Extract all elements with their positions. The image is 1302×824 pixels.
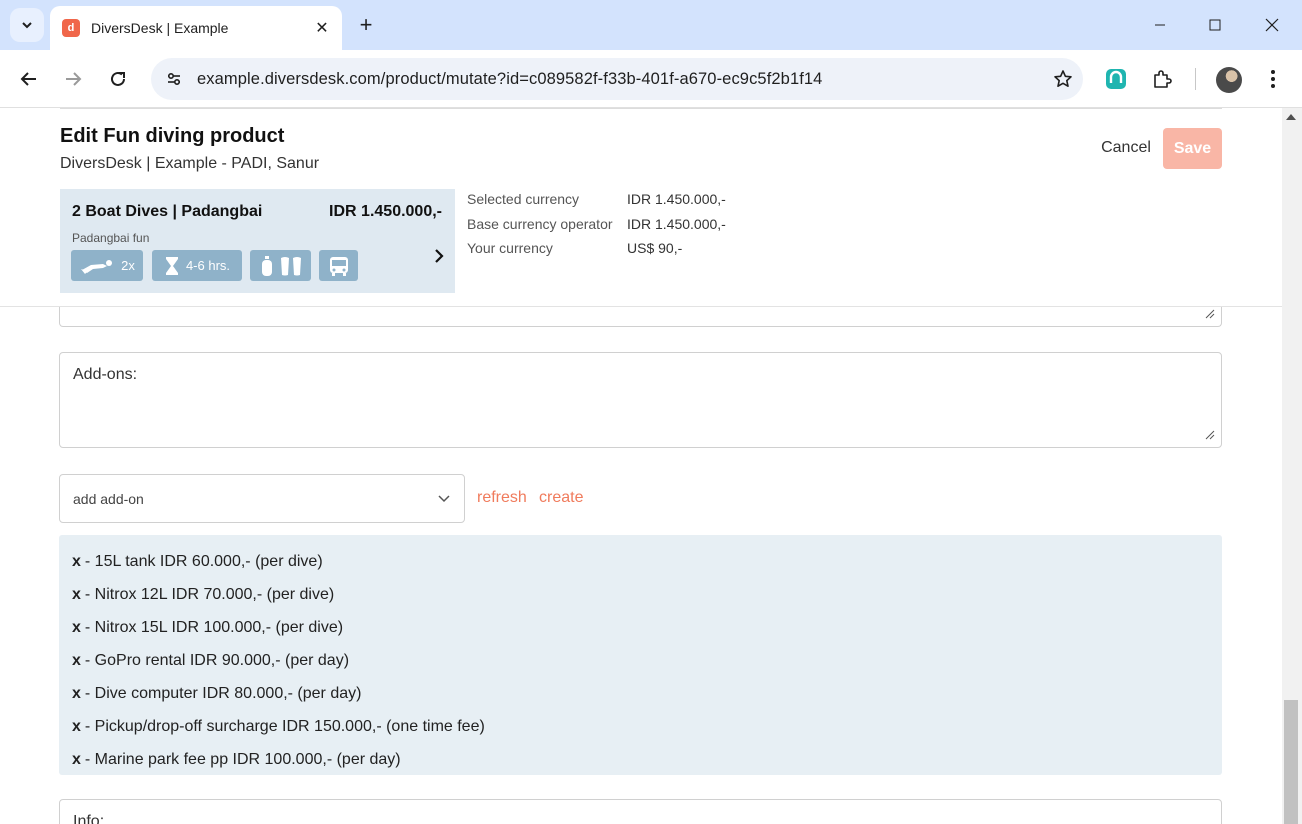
site-info-icon[interactable]	[157, 62, 191, 96]
addon-text: - GoPro rental IDR 90.000,- (per day)	[84, 651, 350, 669]
maximize-button[interactable]	[1193, 8, 1237, 42]
add-addon-select-value: add add-on	[73, 490, 144, 507]
info-label: Info:	[73, 813, 105, 824]
cancel-button[interactable]: Cancel	[1093, 128, 1159, 168]
toolbar-divider	[1195, 68, 1196, 90]
duration-badge: 4-6 hrs.	[152, 250, 242, 281]
forward-button[interactable]	[56, 62, 90, 96]
close-window-button[interactable]	[1250, 8, 1294, 42]
currency-value: US$ 90,-	[627, 240, 683, 256]
resize-handle-icon[interactable]	[1205, 309, 1215, 319]
remove-addon-button[interactable]: x	[72, 685, 81, 703]
remove-addon-button[interactable]: x	[72, 619, 81, 637]
addon-text: - Pickup/drop-off surcharge IDR 150.000,…	[84, 717, 485, 735]
currency-label: Base currency operator	[467, 216, 613, 232]
product-name: 2 Boat Dives | Padangbai	[72, 203, 263, 220]
currency-value: IDR 1.450.000,-	[627, 216, 726, 232]
remove-addon-button[interactable]: x	[72, 751, 81, 769]
chevron-down-icon	[22, 22, 32, 29]
list-item: x- Marine park fee pp IDR 100.000,- (per…	[59, 743, 1222, 776]
scroll-up-arrow-icon[interactable]	[1286, 114, 1296, 120]
tank-icon	[261, 255, 272, 276]
remove-addon-button[interactable]: x	[72, 586, 81, 604]
remove-addon-button[interactable]: x	[72, 718, 81, 736]
info-textarea[interactable]: Info:	[59, 799, 1222, 824]
chevron-right-icon[interactable]	[431, 245, 447, 267]
back-button[interactable]	[12, 62, 46, 96]
duration-value: 4-6 hrs.	[185, 258, 231, 273]
list-item: x- Nitrox 15L IDR 100.000,- (per dive)	[59, 611, 1222, 644]
reload-button[interactable]	[101, 62, 135, 96]
remove-addon-button[interactable]: x	[72, 652, 81, 670]
addon-text: - Nitrox 12L IDR 70.000,- (per dive)	[84, 585, 335, 603]
product-price: IDR 1.450.000,-	[329, 203, 442, 220]
dives-badge: 2x	[71, 250, 143, 281]
list-item: x- Dive computer IDR 80.000,- (per day)	[59, 677, 1222, 710]
equipment-badge	[250, 250, 311, 281]
product-summary-card[interactable]: 2 Boat Dives | Padangbai IDR 1.450.000,-…	[60, 189, 455, 293]
reload-icon	[111, 71, 125, 86]
remove-addon-button[interactable]: x	[72, 553, 81, 571]
browser-toolbar: example.diversdesk.com/product/mutate?id…	[0, 50, 1302, 108]
addon-text: - Marine park fee pp IDR 100.000,- (per …	[84, 750, 401, 768]
minimize-icon	[1155, 24, 1165, 26]
page-subtitle: DiversDesk | Example - PADI, Sanur	[60, 155, 320, 172]
bookmark-star-icon[interactable]	[1043, 62, 1083, 96]
tab-strip: d DiversDesk | Example ✕ +	[0, 0, 1302, 50]
scrollbar-thumb[interactable]	[1284, 700, 1298, 824]
close-icon	[1265, 18, 1279, 32]
chevron-down-icon	[424, 479, 464, 519]
arrow-left-icon	[20, 72, 36, 86]
transport-badge	[319, 250, 358, 281]
list-item: x- GoPro rental IDR 90.000,- (per day)	[59, 644, 1222, 677]
arrow-right-icon	[66, 72, 82, 86]
currency-label: Selected currency	[467, 191, 580, 207]
create-link[interactable]: create	[539, 489, 583, 507]
diversdesk-favicon-icon: d	[62, 19, 80, 37]
page-title: Edit Fun diving product	[60, 125, 285, 147]
sticky-header: Edit Fun diving product DiversDesk | Exa…	[0, 108, 1282, 307]
address-bar[interactable]: example.diversdesk.com/product/mutate?id…	[151, 58, 1083, 100]
addon-text: - Nitrox 15L IDR 100.000,- (per dive)	[84, 618, 344, 636]
add-addon-select[interactable]: add add-on	[59, 474, 465, 523]
addon-text: - Dive computer IDR 80.000,- (per day)	[84, 684, 362, 702]
new-tab-button[interactable]: +	[352, 11, 380, 39]
minimize-button[interactable]	[1138, 8, 1182, 42]
addons-label: Add-ons:	[73, 366, 138, 383]
dives-count: 2x	[121, 258, 135, 273]
product-location: Padangbai fun	[72, 231, 150, 245]
list-item: x- Pickup/drop-off surcharge IDR 150.000…	[59, 710, 1222, 743]
currency-label: Your currency	[467, 240, 553, 256]
diver-icon	[81, 259, 113, 274]
refresh-link[interactable]: refresh	[477, 489, 527, 507]
maximize-icon	[1209, 19, 1221, 31]
bus-icon	[329, 256, 348, 276]
tab-title: DiversDesk | Example	[91, 20, 229, 36]
page-viewport: Edit Fun diving product DiversDesk | Exa…	[0, 108, 1282, 824]
tab-close-icon[interactable]: ✕	[312, 18, 332, 38]
addon-text: - 15L tank IDR 60.000,- (per dive)	[84, 552, 323, 570]
tab-search-button[interactable]	[10, 8, 44, 42]
addons-textarea[interactable]: Add-ons:	[59, 352, 1222, 448]
browser-menu-icon[interactable]	[1256, 62, 1290, 96]
divider	[60, 108, 1222, 109]
save-button[interactable]: Save	[1163, 128, 1222, 169]
extensions-puzzle-icon[interactable]	[1145, 62, 1179, 96]
hourglass-icon	[165, 256, 178, 275]
resize-handle-icon[interactable]	[1205, 430, 1215, 440]
form-content: Add-ons: add add-on refresh create x- 15…	[0, 287, 1282, 824]
url-text[interactable]: example.diversdesk.com/product/mutate?id…	[197, 70, 1043, 89]
extension-app-icon[interactable]	[1099, 62, 1133, 96]
profile-avatar[interactable]	[1216, 67, 1242, 93]
browser-tab[interactable]: d DiversDesk | Example ✕	[50, 6, 342, 50]
addon-list: x- 15L tank IDR 60.000,- (per dive) x- N…	[59, 535, 1222, 775]
fins-icon	[280, 256, 301, 275]
currency-value: IDR 1.450.000,-	[627, 191, 726, 207]
list-item: x- 15L tank IDR 60.000,- (per dive)	[59, 545, 1222, 578]
list-item: x- Nitrox 12L IDR 70.000,- (per dive)	[59, 578, 1222, 611]
